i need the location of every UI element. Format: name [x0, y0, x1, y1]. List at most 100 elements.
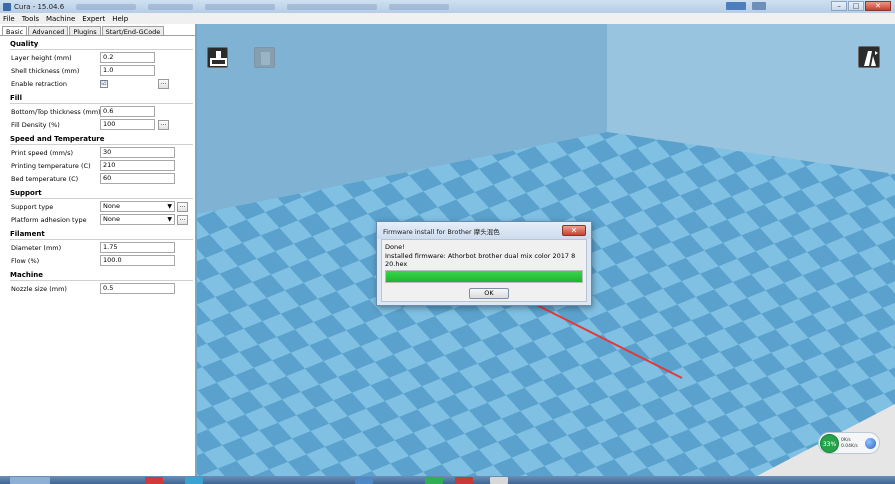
section-title-machine: Machine: [10, 271, 43, 279]
menu-machine[interactable]: Machine: [46, 15, 75, 23]
setting-row-layer-height: Layer height (mm) 0.2: [0, 51, 195, 64]
chevron-down-icon: ▼: [167, 216, 172, 223]
dialog-close-button[interactable]: ✕: [562, 225, 586, 236]
platform-adhesion-select[interactable]: None ▼: [100, 214, 175, 225]
minimize-button[interactable]: –: [831, 1, 847, 11]
layer-height-input[interactable]: 0.2: [100, 52, 155, 63]
section-title-quality: Quality: [10, 40, 39, 48]
taskbar-app-icon[interactable]: [425, 477, 443, 484]
cpu-usage-badge: 33%: [820, 434, 839, 453]
setting-row-nozzle-size: Nozzle size (mm) 0.5: [0, 282, 195, 295]
setting-row-print-speed: Print speed (mm/s) 30: [0, 146, 195, 159]
tab-basic[interactable]: Basic: [2, 26, 28, 36]
setting-row-enable-retraction: Enable retraction ☑ ...: [0, 77, 195, 90]
setting-row-platform-adhesion: Platform adhesion type None ▼ ...: [0, 213, 195, 226]
section-divider: [10, 144, 193, 145]
setting-label: Bed temperature (C): [11, 174, 79, 183]
start-orb-icon[interactable]: [10, 477, 50, 484]
menu-bar: File Tools Machine Expert Help: [0, 13, 895, 24]
taskbar-app-icon[interactable]: [355, 477, 373, 484]
diameter-input[interactable]: 1.75: [100, 242, 175, 253]
setting-label: Support type: [11, 202, 54, 211]
setting-label: Print speed (mm/s): [11, 148, 74, 157]
window-controls: – □ ✕: [831, 1, 891, 11]
section-title-filament: Filament: [10, 230, 45, 238]
progress-fill: [386, 271, 582, 282]
flow-input[interactable]: 100.0: [100, 255, 175, 266]
save-toolpath-button[interactable]: [254, 47, 275, 68]
quick-launch-icon[interactable]: [752, 2, 766, 10]
section-divider: [10, 280, 193, 281]
upload-speed: 0K/s: [841, 438, 851, 443]
maximize-button[interactable]: □: [848, 1, 864, 11]
settings-tabs: Basic Advanced Plugins Start/End-GCode: [0, 24, 195, 36]
load-icon: [210, 51, 227, 66]
platform-adhesion-value: None: [103, 215, 120, 223]
setting-label: Flow (%): [11, 256, 40, 265]
dialog-status-text: Done!: [385, 243, 405, 251]
menu-tools[interactable]: Tools: [22, 15, 39, 23]
network-speed-widget[interactable]: 33% 0K/s 0.04K/s: [818, 432, 880, 454]
setting-row-flow: Flow (%) 100.0: [0, 254, 195, 267]
dialog-body: Done! Installed firmware: Athorbot broth…: [381, 239, 587, 302]
settings-panel: Basic Advanced Plugins Start/End-GCode Q…: [0, 24, 196, 476]
fill-settings-button[interactable]: ...: [158, 119, 169, 130]
menu-expert[interactable]: Expert: [82, 15, 105, 23]
quick-launch-icon[interactable]: [726, 2, 746, 10]
taskbar-preview-blur: [287, 3, 378, 10]
bed-temperature-input[interactable]: 60: [100, 173, 175, 184]
taskbar-preview-blur: [76, 3, 137, 10]
bottom-top-thickness-input[interactable]: 0.6: [100, 106, 155, 117]
section-divider: [10, 198, 193, 199]
load-model-button[interactable]: [207, 47, 228, 68]
menu-help[interactable]: Help: [112, 15, 128, 23]
retraction-settings-button[interactable]: ...: [158, 78, 169, 89]
setting-label: Fill Density (%): [11, 120, 60, 129]
taskbar-app-icon[interactable]: [455, 477, 473, 484]
chevron-down-icon: ▼: [167, 203, 172, 210]
setting-label: Printing temperature (C): [11, 161, 91, 170]
close-button[interactable]: ✕: [865, 1, 891, 11]
section-title-speed: Speed and Temperature: [10, 135, 105, 143]
download-speed: 0.04K/s: [841, 444, 858, 449]
enable-retraction-checkbox[interactable]: ☑: [100, 79, 108, 88]
setting-row-fill-density: Fill Density (%) 100 ...: [0, 118, 195, 131]
support-type-value: None: [103, 202, 120, 210]
view-mode-button[interactable]: [858, 46, 880, 68]
tab-advanced[interactable]: Advanced: [28, 26, 69, 36]
section-divider: [10, 49, 193, 50]
taskbar-app-icon[interactable]: [490, 477, 508, 484]
print-speed-input[interactable]: 30: [100, 147, 175, 158]
support-type-select[interactable]: None ▼: [100, 201, 175, 212]
setting-label: Nozzle size (mm): [11, 284, 67, 293]
support-settings-button[interactable]: ...: [177, 201, 188, 212]
nozzle-size-input[interactable]: 0.5: [100, 283, 175, 294]
adhesion-settings-button[interactable]: ...: [177, 214, 188, 225]
ok-button[interactable]: OK: [469, 288, 509, 299]
tab-start-end-gcode[interactable]: Start/End-GCode: [101, 26, 165, 36]
firmware-progress-bar: [385, 270, 583, 283]
fill-density-input[interactable]: 100: [100, 119, 155, 130]
menu-file[interactable]: File: [3, 15, 15, 23]
title-bar: Cura - 15.04.6 – □ ✕: [0, 0, 895, 13]
shell-thickness-input[interactable]: 1.0: [100, 65, 155, 76]
taskbar-preview-blur: [205, 3, 276, 10]
setting-label: Layer height (mm): [11, 53, 72, 62]
setting-label: Shell thickness (mm): [11, 66, 80, 75]
setting-label: Diameter (mm): [11, 243, 62, 252]
section-title-fill: Fill: [10, 94, 22, 102]
setting-row-diameter: Diameter (mm) 1.75: [0, 241, 195, 254]
tab-plugins[interactable]: Plugins: [69, 26, 101, 36]
setting-label: Platform adhesion type: [11, 215, 87, 224]
firmware-install-dialog: Firmware install for Brother 摩头混色 ✕ Done…: [376, 221, 592, 306]
cura-app-icon: [3, 2, 11, 11]
setting-label: Bottom/Top thickness (mm): [11, 107, 101, 116]
setting-row-shell-thickness: Shell thickness (mm) 1.0: [0, 64, 195, 77]
section-divider: [10, 103, 193, 104]
taskbar-preview-blur: [389, 3, 450, 10]
windows-taskbar: [0, 476, 895, 484]
taskbar-app-icon[interactable]: [145, 477, 163, 484]
taskbar-app-icon[interactable]: [185, 477, 203, 484]
printing-temperature-input[interactable]: 210: [100, 160, 175, 171]
view-mode-icon: [864, 51, 878, 66]
